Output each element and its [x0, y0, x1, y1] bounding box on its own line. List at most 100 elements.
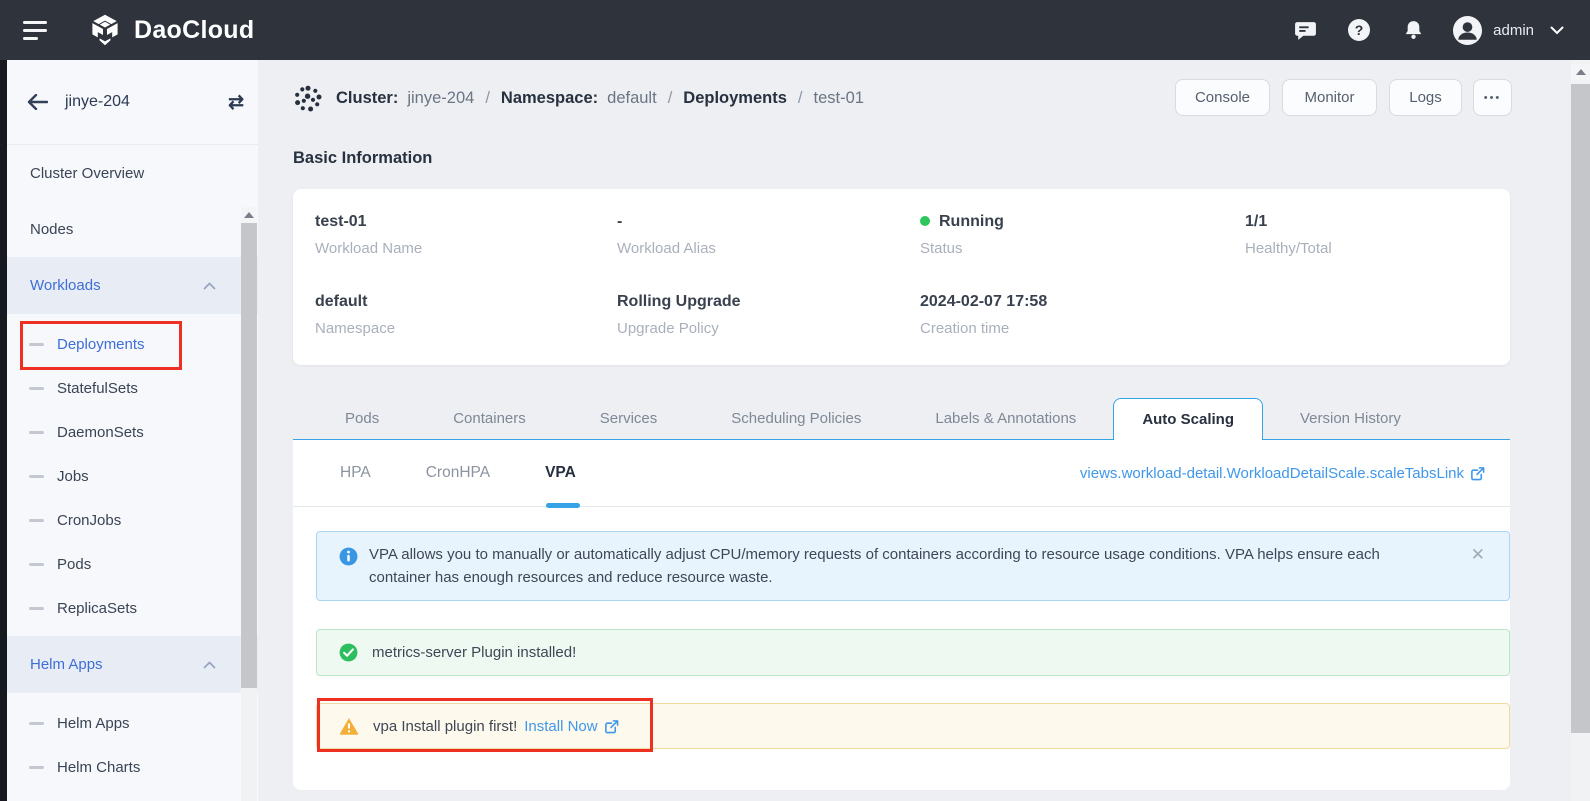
username: admin	[1493, 22, 1534, 39]
warning-text: vpa Install plugin first!	[373, 718, 517, 735]
scrollbar-up-icon[interactable]	[241, 207, 257, 223]
sidebar-item-cronjobs[interactable]: CronJobs	[0, 498, 258, 542]
sidebar-item-nodes[interactable]: Nodes	[0, 201, 258, 257]
console-button[interactable]: Console	[1175, 79, 1270, 116]
sidebar-item-statefulsets[interactable]: StatefulSets	[0, 366, 258, 410]
tab-auto-scaling[interactable]: Auto Scaling	[1113, 398, 1263, 440]
daocloud-cube-icon	[87, 12, 123, 48]
external-link-icon	[1470, 466, 1485, 481]
external-link-icon[interactable]	[604, 719, 619, 734]
dash-icon	[29, 387, 44, 390]
dash-icon	[29, 343, 44, 346]
breadcrumb-cluster-name[interactable]: jinye-204	[407, 89, 474, 108]
sidebar-item-pods[interactable]: Pods	[0, 542, 258, 586]
scale-subtabs: HPA CronHPA VPA views.workload-detail.Wo…	[293, 440, 1510, 507]
sidebar-scrollbar[interactable]	[241, 207, 257, 801]
dash-icon	[29, 766, 44, 769]
dash-icon	[29, 607, 44, 610]
dash-icon	[29, 519, 44, 522]
sidebar-group-workloads[interactable]: Workloads	[0, 257, 258, 314]
subtab-hpa[interactable]: HPA	[340, 464, 371, 482]
dash-icon	[29, 431, 44, 434]
breadcrumb-separator: /	[485, 89, 490, 108]
warning-triangle-icon	[339, 717, 359, 735]
sidebar-group-helm-apps[interactable]: Helm Apps	[0, 636, 258, 693]
user-menu[interactable]: admin	[1452, 15, 1534, 46]
tab-pods[interactable]: Pods	[308, 398, 416, 439]
success-check-icon	[339, 643, 358, 662]
logs-button[interactable]: Logs	[1389, 79, 1462, 116]
tab-version-history[interactable]: Version History	[1263, 398, 1438, 439]
scale-tabs-link[interactable]: views.workload-detail.WorkloadDetailScal…	[1080, 465, 1510, 482]
app-header: DaoCloud ?	[0, 0, 1590, 60]
left-edge-rail	[0, 60, 7, 801]
vpa-info-alert: VPA allows you to manually or automatica…	[316, 531, 1510, 601]
field-namespace: default Namespace	[315, 293, 395, 337]
tab-services[interactable]: Services	[563, 398, 695, 439]
breadcrumb-separator: /	[668, 89, 673, 108]
avatar-icon	[1452, 15, 1483, 46]
sidebar-item-replicasets[interactable]: ReplicaSets	[0, 586, 258, 630]
sidebar-cluster-name: jinye-204	[65, 93, 130, 111]
basic-information-card: test-01 Workload Name - Workload Alias R…	[293, 189, 1510, 365]
breadcrumb-resource-name: test-01	[813, 89, 863, 108]
breadcrumb-cluster-label: Cluster:	[336, 89, 398, 108]
tab-scheduling-policies[interactable]: Scheduling Policies	[694, 398, 898, 439]
basic-information-title: Basic Information	[293, 149, 432, 168]
auto-scaling-panel: HPA CronHPA VPA views.workload-detail.Wo…	[293, 440, 1510, 790]
install-now-link[interactable]: Install Now	[524, 718, 597, 735]
help-icon[interactable]: ?	[1346, 17, 1372, 43]
field-workload-name: test-01 Workload Name	[315, 213, 422, 257]
breadcrumb-separator: /	[798, 89, 803, 108]
success-text: metrics-server Plugin installed!	[372, 644, 576, 661]
cluster-dots-icon	[293, 84, 323, 114]
detail-tabs: Pods Containers Services Scheduling Poli…	[293, 398, 1510, 440]
subtab-vpa[interactable]: VPA	[545, 464, 576, 482]
metrics-server-success-alert: metrics-server Plugin installed!	[316, 629, 1510, 676]
sidebar-item-deployments[interactable]: Deployments	[0, 322, 258, 366]
sidebar-nav: Cluster Overview Nodes Workloads Deploym…	[0, 145, 258, 789]
tab-containers[interactable]: Containers	[416, 398, 563, 439]
tab-labels-annotations[interactable]: Labels & Annotations	[898, 398, 1113, 439]
sidebar: jinye-204 ⇄ Cluster Overview Nodes Workl…	[0, 60, 258, 801]
status-running-dot	[920, 216, 930, 226]
brand-logo[interactable]: DaoCloud	[87, 12, 254, 48]
sidebar-item-cluster-overview[interactable]: Cluster Overview	[0, 145, 258, 201]
active-subtab-indicator	[546, 503, 580, 508]
sidebar-scrollbar-thumb[interactable]	[241, 223, 257, 688]
notifications-bell-icon[interactable]	[1400, 17, 1426, 43]
header-right: ? admin	[1264, 15, 1564, 46]
sidebar-header: jinye-204 ⇄	[0, 60, 258, 145]
field-workload-alias: - Workload Alias	[617, 213, 716, 257]
sidebar-item-helm-charts[interactable]: Helm Charts	[0, 745, 258, 789]
brand-name: DaoCloud	[134, 16, 254, 45]
chevron-up-icon	[203, 282, 216, 290]
field-healthy-total: 1/1 Healthy/Total	[1245, 213, 1332, 257]
main-scrollbar[interactable]	[1571, 60, 1590, 801]
breadcrumb-namespace-name[interactable]: default	[607, 89, 657, 108]
chevron-down-icon[interactable]	[1550, 26, 1564, 35]
chat-icon[interactable]	[1292, 17, 1318, 43]
subtab-cronhpa[interactable]: CronHPA	[426, 464, 490, 482]
switch-cluster-icon[interactable]: ⇄	[228, 93, 244, 112]
breadcrumb-namespace-label: Namespace:	[501, 89, 598, 108]
sidebar-item-helm-apps[interactable]: Helm Apps	[0, 701, 258, 745]
main-scrollbar-thumb[interactable]	[1571, 84, 1590, 733]
field-creation-time: 2024-02-07 17:58 Creation time	[920, 293, 1047, 337]
vpa-info-text: VPA allows you to manually or automatica…	[317, 532, 1509, 589]
menu-icon[interactable]	[23, 16, 47, 45]
close-icon[interactable]: ✕	[1471, 545, 1485, 565]
sidebar-item-daemonsets[interactable]: DaemonSets	[0, 410, 258, 454]
chevron-up-icon	[203, 661, 216, 669]
scrollbar-up-icon[interactable]	[1571, 64, 1590, 80]
vpa-warning-alert: vpa Install plugin first! Install Now	[316, 703, 1510, 749]
sidebar-item-jobs[interactable]: Jobs	[0, 454, 258, 498]
breadcrumb-deployments[interactable]: Deployments	[683, 89, 787, 108]
dash-icon	[29, 563, 44, 566]
monitor-button[interactable]: Monitor	[1282, 79, 1377, 116]
field-status: Running Status	[920, 213, 1004, 257]
info-icon	[339, 547, 358, 566]
back-arrow-icon[interactable]	[27, 94, 48, 110]
breadcrumb: Cluster: jinye-204 / Namespace: default …	[293, 80, 864, 117]
more-actions-button[interactable]: •••	[1473, 79, 1512, 116]
